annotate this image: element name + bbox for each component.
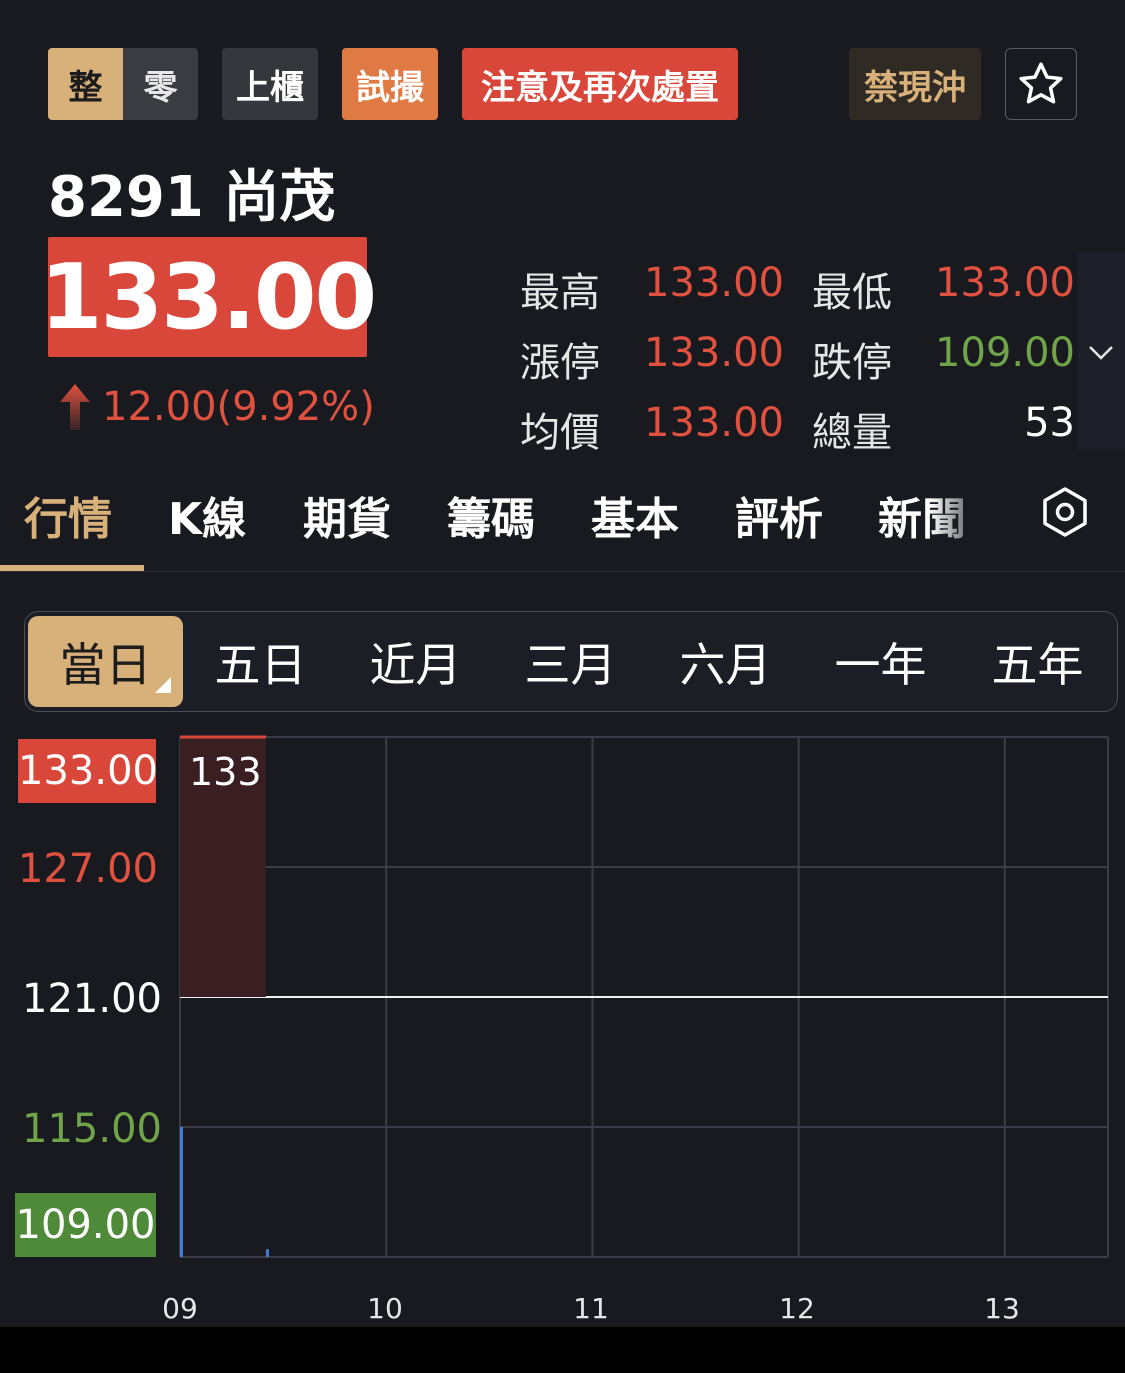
chart-marks [180, 735, 1108, 1257]
odd-lot-toggle[interactable]: 零 [123, 48, 198, 120]
x-tick-label: 12 [779, 1292, 815, 1325]
x-tick-label: 11 [573, 1292, 609, 1325]
last-price-tag: 133 [189, 750, 262, 794]
limit-up-label: 漲停 [520, 340, 600, 386]
day-trade-ban-badge: 禁現沖 [849, 48, 981, 120]
limit-up-value: 133.00 [644, 330, 784, 376]
tab-analysis[interactable]: 評析 [735, 483, 823, 547]
change-percent: (9.92%) [216, 384, 375, 430]
tab-quote[interactable]: 行情 [24, 483, 112, 547]
avg-price-label: 均價 [520, 410, 600, 456]
chevron-down-icon [1089, 346, 1113, 360]
price-change: 12.00 (9.92%) [58, 382, 375, 432]
range-3m[interactable]: 三月 [493, 616, 648, 707]
range-1y[interactable]: 一年 [803, 616, 958, 707]
limit-down-label: 跌停 [812, 340, 892, 386]
tab-divider [0, 571, 1125, 572]
x-tick-label: 10 [367, 1292, 403, 1325]
x-tick-label: 13 [984, 1292, 1020, 1325]
volume-bar [180, 1127, 183, 1257]
intraday-chart[interactable] [0, 730, 1125, 1270]
range-5y[interactable]: 五年 [960, 616, 1115, 707]
stats-expand-button[interactable] [1078, 253, 1125, 449]
x-tick-label: 09 [162, 1292, 198, 1325]
favorite-button[interactable] [1005, 48, 1077, 120]
star-icon [1019, 62, 1063, 104]
limit-down-value: 109.00 [935, 330, 1075, 376]
stock-title: 8291 尚茂 [48, 165, 336, 230]
tab-scroll-fade [930, 460, 990, 560]
range-selector: 當日 五日 近月 三月 六月 一年 五年 [24, 611, 1118, 712]
tab-settings-button[interactable] [1040, 486, 1090, 542]
last-price: 133.00 [40, 237, 377, 357]
tab-kline[interactable]: K線 [168, 483, 246, 547]
low-value: 133.00 [935, 260, 1075, 306]
range-today[interactable]: 當日 [28, 616, 183, 707]
bottom-bar [0, 1327, 1125, 1373]
market-badge: 上櫃 [222, 48, 318, 120]
high-label: 最高 [520, 270, 600, 316]
tab-futures[interactable]: 期貨 [303, 483, 391, 547]
settings-hexagon-icon [1043, 487, 1087, 537]
tab-fundamentals[interactable]: 基本 [591, 483, 679, 547]
low-label: 最低 [812, 270, 892, 316]
avg-price-value: 133.00 [644, 400, 784, 446]
range-1m[interactable]: 近月 [338, 616, 493, 707]
volume-label: 總量 [812, 410, 892, 456]
high-value: 133.00 [644, 260, 784, 306]
range-6m[interactable]: 六月 [648, 616, 803, 707]
volume-bar [265, 1249, 269, 1257]
warning-badge: 注意及再次處置 [462, 48, 738, 120]
tab-chips[interactable]: 籌碼 [447, 483, 535, 547]
trial-match-badge: 試撮 [342, 48, 438, 120]
volume-value: 53 [1024, 400, 1075, 446]
range-5d[interactable]: 五日 [183, 616, 338, 707]
change-amount: 12.00 [102, 384, 217, 430]
up-arrow-icon [60, 384, 90, 430]
board-lot-toggle[interactable]: 整 [48, 48, 123, 120]
